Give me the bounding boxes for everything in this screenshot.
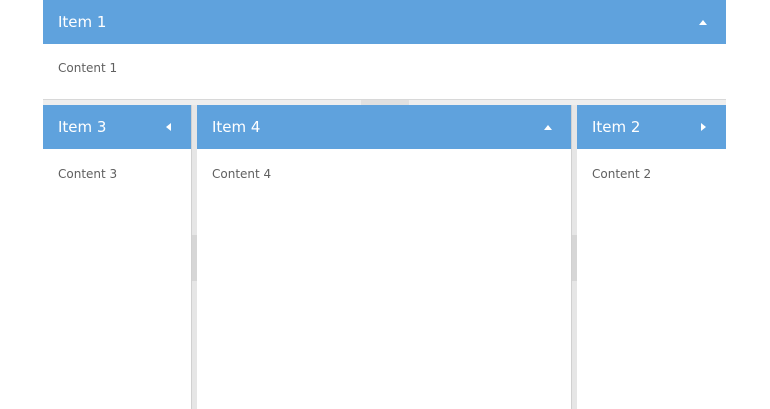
panel-content-item3: Content 3 — [58, 167, 118, 181]
collapse-up-icon[interactable] — [540, 105, 556, 149]
panel-title-item2: Item 2 — [592, 118, 641, 136]
panel-header-item3[interactable]: Item 3 — [43, 105, 191, 149]
panel-header-item2[interactable]: Item 2 — [577, 105, 726, 149]
panel-body-item4: Content 4 — [197, 149, 571, 409]
panel-header-item1[interactable]: Item 1 — [43, 0, 726, 44]
panel-title-item1: Item 1 — [58, 13, 107, 31]
panel-content-item2: Content 2 — [592, 167, 652, 181]
panel-title-item4: Item 4 — [212, 118, 261, 136]
collapse-up-icon[interactable] — [695, 0, 711, 44]
panel-content-item4: Content 4 — [212, 167, 272, 181]
expand-right-icon[interactable] — [695, 105, 711, 149]
panel-body-item2: Content 2 — [577, 149, 726, 409]
panel-header-item4[interactable]: Item 4 — [197, 105, 571, 149]
panel-content-item1: Content 1 — [58, 61, 118, 75]
panel-title-item3: Item 3 — [58, 118, 107, 136]
collapse-left-icon[interactable] — [160, 105, 176, 149]
panel-body-item3: Content 3 — [43, 149, 191, 409]
panel-body-item1: Content 1 — [43, 44, 726, 99]
border-layout: Item 1 Content 1 Item 3 Content 3 Item 4… — [43, 0, 726, 409]
